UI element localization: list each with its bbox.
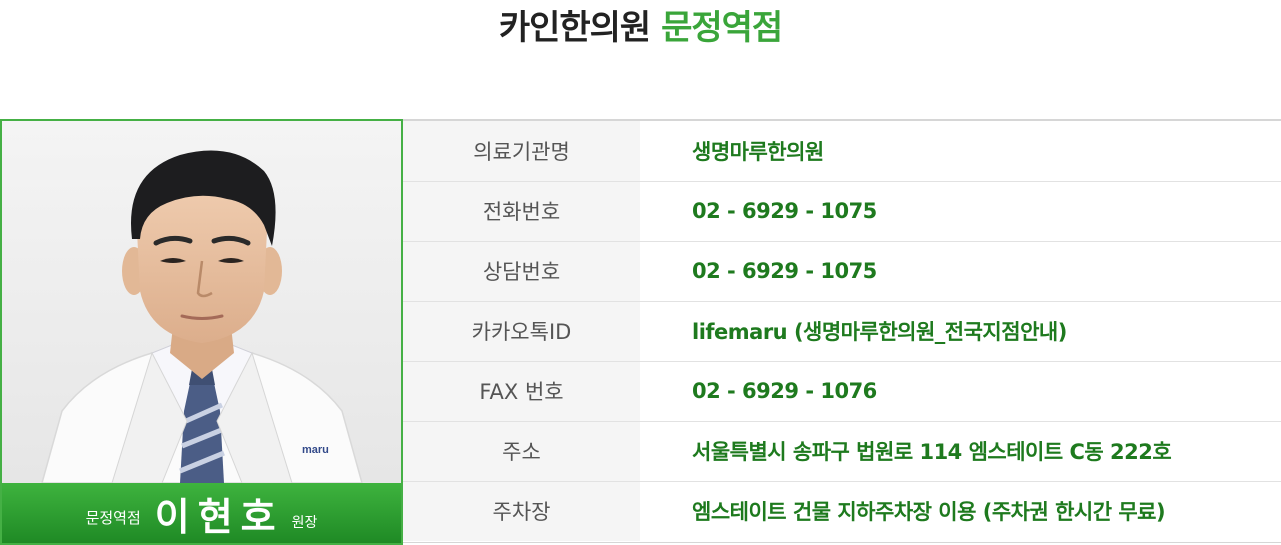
info-label: FAX 번호 bbox=[403, 361, 640, 422]
address: 서울특별시 송파구 법원로 114 엠스테이트 C동 222호 bbox=[640, 421, 1281, 482]
info-label: 의료기관명 bbox=[403, 121, 640, 182]
info-label: 주소 bbox=[403, 421, 640, 482]
consult-number[interactable]: 02 - 6929 - 1075 bbox=[640, 241, 1281, 302]
doctor-portrait: maru bbox=[2, 121, 401, 483]
doctor-name: 이현호 bbox=[154, 494, 284, 539]
coat-logo-text: maru bbox=[302, 444, 329, 456]
kakao-id: lifemaru (생명마루한의원_전국지점안내) bbox=[640, 301, 1281, 362]
info-value: 생명마루한의원 bbox=[640, 121, 1281, 182]
clinic-info-table: 의료기관명 생명마루한의원 전화번호 02 - 6929 - 1075 상담번호… bbox=[403, 121, 1281, 541]
info-row-phone: 전화번호 02 - 6929 - 1075 bbox=[403, 181, 1281, 242]
branch-name: 문정역점 bbox=[661, 8, 783, 48]
clinic-info-card: maru 문정역점 이현호 원장 의료기관명 생명마루한의원 전화번호 02 -… bbox=[0, 119, 1281, 545]
info-label: 전화번호 bbox=[403, 181, 640, 242]
clinic-name: 카인한의원 bbox=[498, 8, 651, 48]
info-row-address: 주소 서울특별시 송파구 법원로 114 엠스테이트 C동 222호 bbox=[403, 421, 1281, 482]
doctor-role: 원장 bbox=[291, 515, 318, 531]
doctor-caption: 문정역점 이현호 원장 bbox=[2, 483, 401, 543]
doctor-branch-label: 문정역점 bbox=[85, 508, 141, 527]
fax-number: 02 - 6929 - 1076 bbox=[640, 361, 1281, 422]
info-row-institution: 의료기관명 생명마루한의원 bbox=[403, 121, 1281, 182]
info-label: 주차장 bbox=[403, 481, 640, 541]
phone-number[interactable]: 02 - 6929 - 1075 bbox=[640, 181, 1281, 242]
info-row-fax: FAX 번호 02 - 6929 - 1076 bbox=[403, 361, 1281, 422]
parking-info: 엠스테이트 건물 지하주차장 이용 (주차권 한시간 무료) bbox=[692, 500, 1166, 525]
page-title: 카인한의원 문정역점 bbox=[0, 6, 1281, 50]
info-label: 상담번호 bbox=[403, 241, 640, 302]
info-row-kakao: 카카오톡ID lifemaru (생명마루한의원_전국지점안내) bbox=[403, 301, 1281, 362]
info-label: 카카오톡ID bbox=[403, 301, 640, 362]
info-row-consult: 상담번호 02 - 6929 - 1075 bbox=[403, 241, 1281, 302]
info-row-parking: 주차장 엠스테이트 건물 지하주차장 이용 (주차권 한시간 무료) bbox=[403, 481, 1281, 541]
doctor-photo-panel: maru 문정역점 이현호 원장 bbox=[0, 119, 403, 545]
